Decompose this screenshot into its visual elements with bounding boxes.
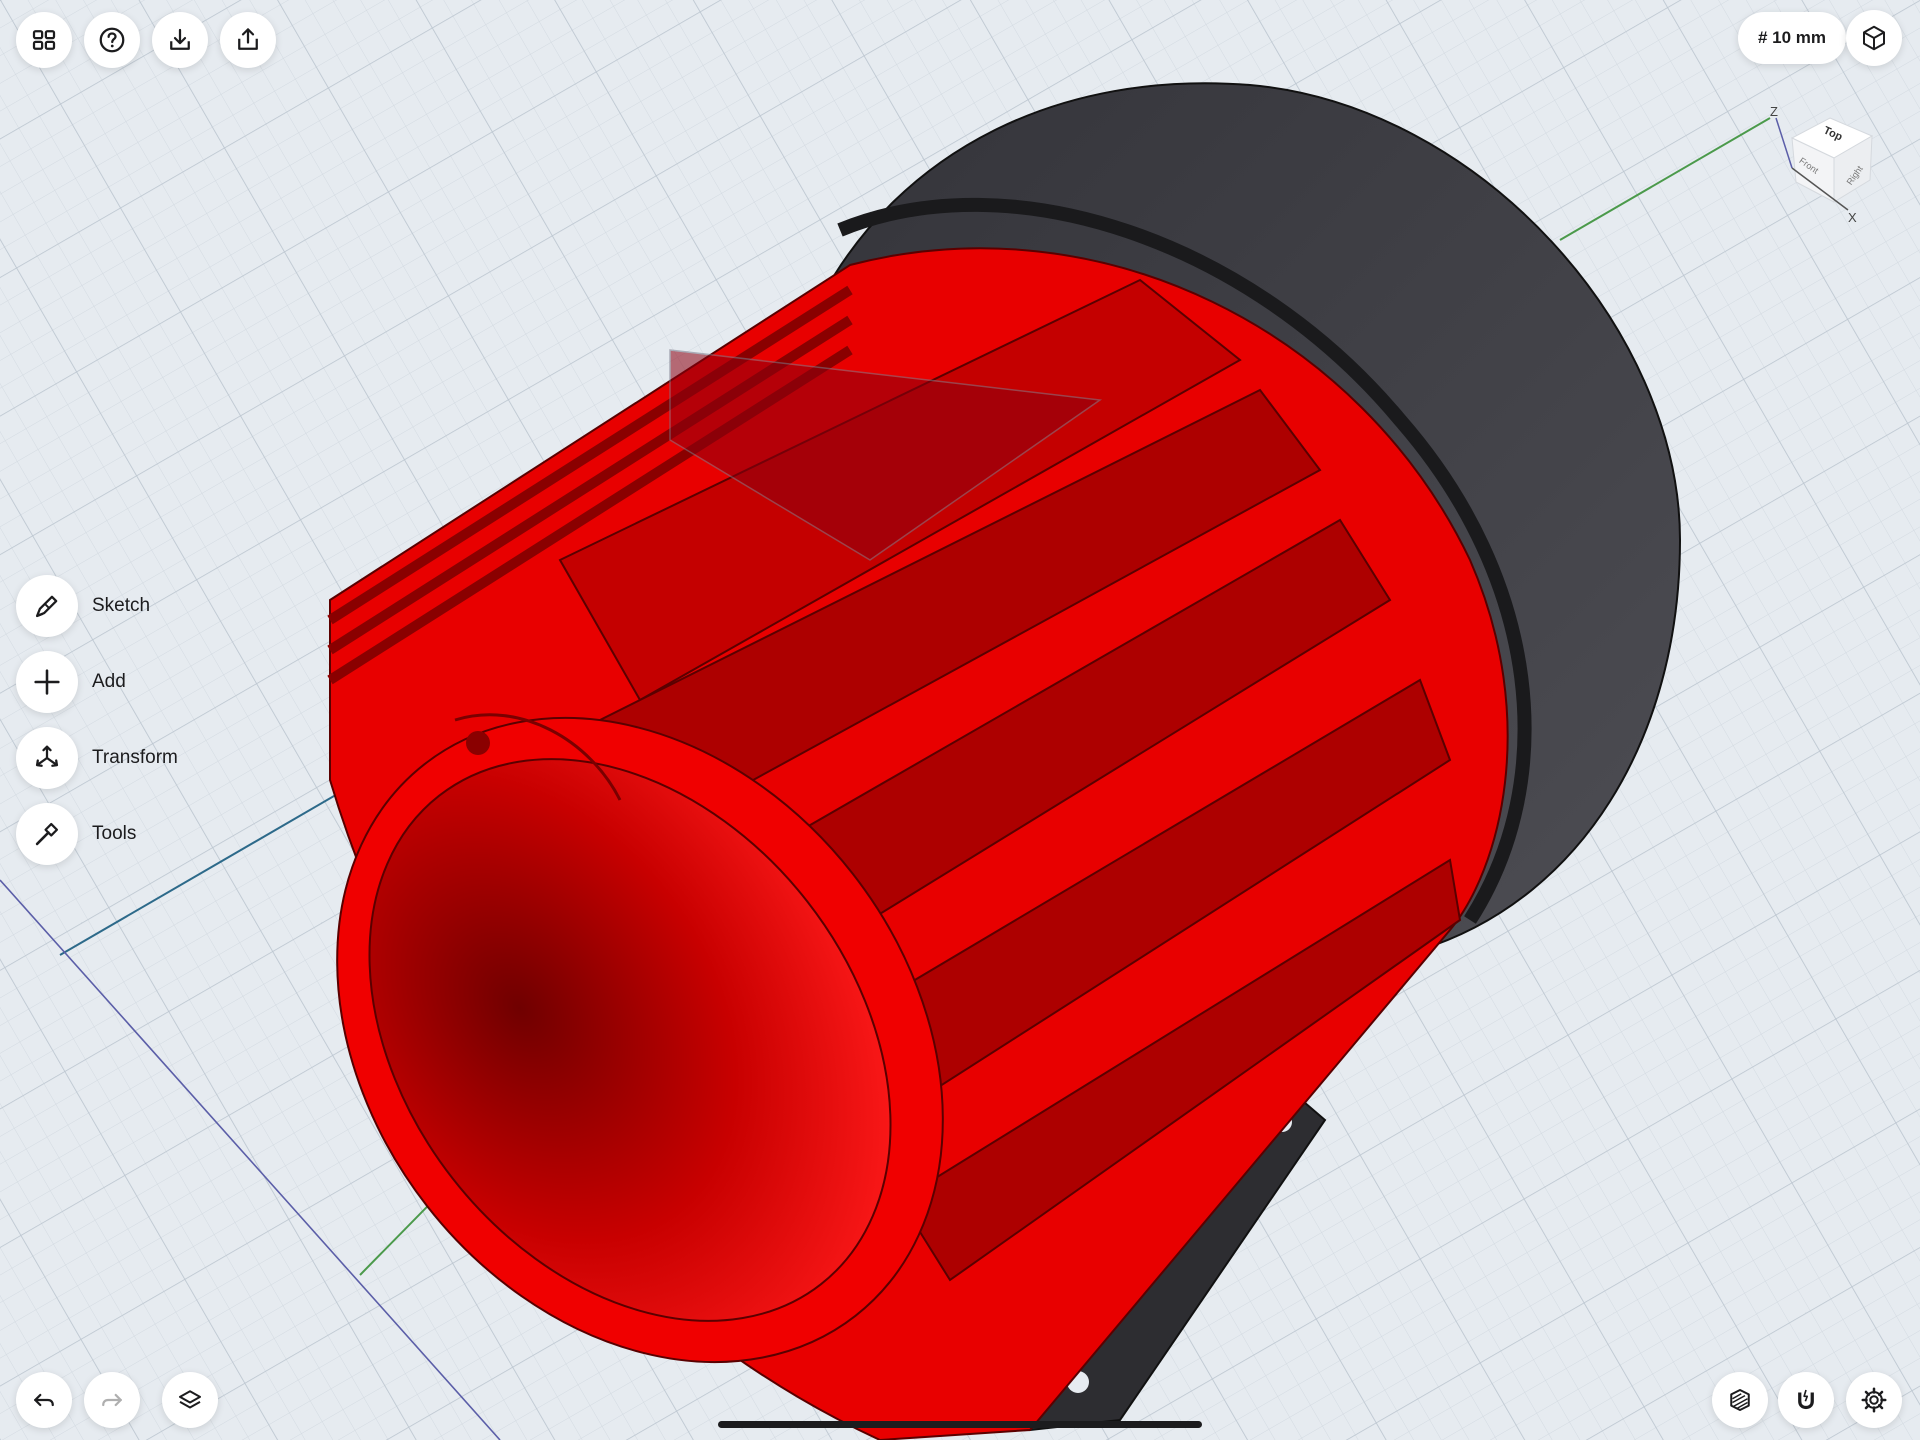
add-label: Add xyxy=(92,671,126,692)
section-view-icon xyxy=(1730,1389,1750,1411)
perspective-cube-icon xyxy=(1863,25,1885,51)
import-button[interactable] xyxy=(152,12,208,68)
tools-label: Tools xyxy=(92,823,137,844)
export-button[interactable] xyxy=(220,12,276,68)
view-cube-x-label: X xyxy=(1848,210,1857,225)
transform-button[interactable] xyxy=(16,727,78,789)
grid-size-label: # 10 mm xyxy=(1758,28,1827,47)
add-menu-item[interactable]: Add xyxy=(16,651,126,713)
import-icon xyxy=(170,28,190,50)
sketch-label: Sketch xyxy=(92,595,151,616)
hammer-icon xyxy=(35,822,59,846)
home-indicator[interactable] xyxy=(718,1421,1202,1428)
layers-icon xyxy=(179,1390,201,1409)
sketch-pen-icon xyxy=(35,595,58,618)
snap-magnet-icon xyxy=(1798,1389,1814,1410)
transform-menu-item[interactable]: Transform xyxy=(16,727,178,789)
viewport-3d[interactable] xyxy=(0,0,1920,1440)
sketch-button[interactable] xyxy=(16,575,78,637)
undo-button[interactable] xyxy=(16,1372,72,1428)
tools-button[interactable] xyxy=(16,803,78,865)
transform-icon xyxy=(35,745,59,767)
help-button[interactable] xyxy=(84,12,140,68)
view-cube[interactable]: Top Front Right Z X xyxy=(1760,106,1900,228)
redo-button[interactable] xyxy=(84,1372,140,1428)
sketch-menu-item[interactable]: Sketch xyxy=(16,575,150,637)
undo-icon xyxy=(34,1393,54,1407)
transform-label: Transform xyxy=(92,747,178,768)
settings-button[interactable] xyxy=(1846,1372,1902,1428)
settings-gear-icon xyxy=(1861,1387,1887,1413)
plus-icon xyxy=(34,669,60,695)
redo-icon xyxy=(102,1393,122,1407)
view-cube-z-label: Z xyxy=(1770,106,1778,119)
section-view-button[interactable] xyxy=(1712,1372,1768,1428)
layers-button[interactable] xyxy=(162,1372,218,1428)
projects-grid-button[interactable] xyxy=(16,12,72,68)
tools-menu-item[interactable]: Tools xyxy=(16,803,136,865)
grid-size-button[interactable]: # 10 mm xyxy=(1738,12,1847,64)
view-mode-button[interactable] xyxy=(1846,10,1902,66)
projects-grid-icon xyxy=(32,30,56,50)
export-icon xyxy=(238,28,258,50)
snap-button[interactable] xyxy=(1778,1372,1834,1428)
help-icon xyxy=(99,27,125,53)
add-button[interactable] xyxy=(16,651,78,713)
